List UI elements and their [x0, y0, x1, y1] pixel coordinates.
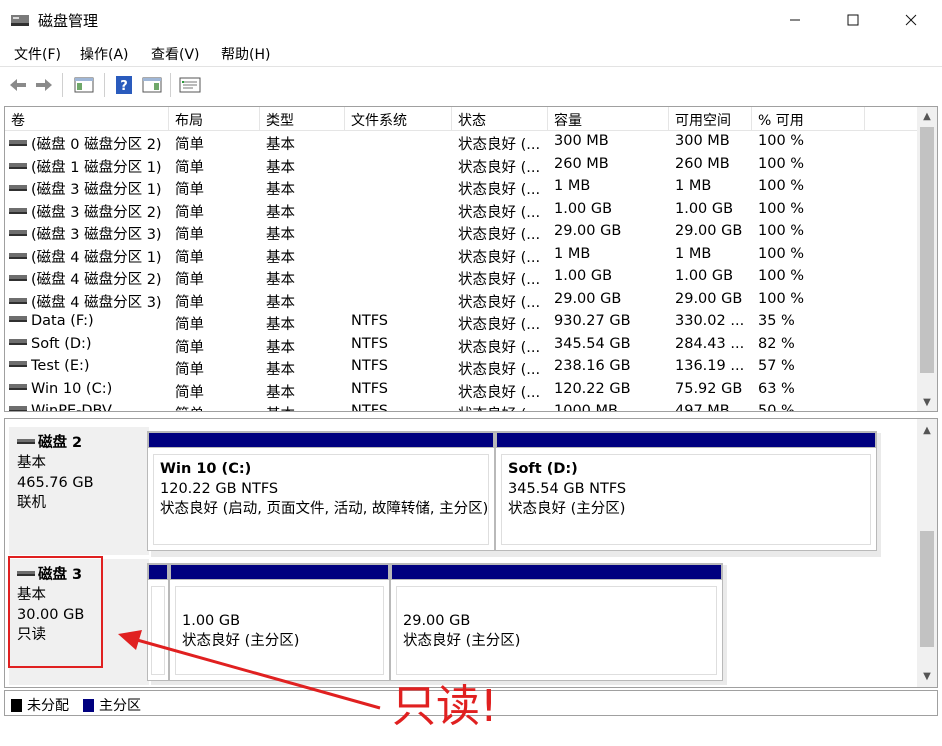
annotation-arrow [118, 630, 381, 710]
annotation-text: 只读! [392, 681, 498, 732]
